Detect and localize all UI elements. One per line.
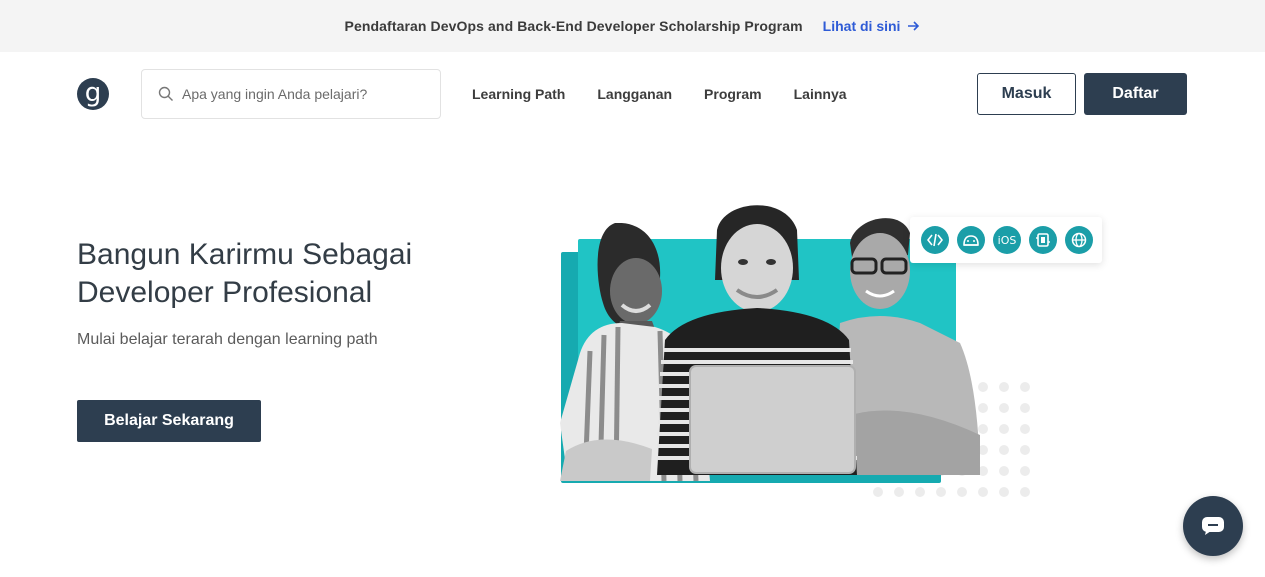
- logo-glyph: g: [84, 77, 102, 108]
- hero-title-line1: Bangun Karirmu Sebagai: [77, 238, 413, 271]
- announcement-link[interactable]: Lihat di sini: [823, 18, 921, 34]
- pattern-dot: [1020, 466, 1030, 476]
- search-input[interactable]: [182, 86, 422, 102]
- pattern-dot: [936, 487, 946, 497]
- pattern-dot: [1020, 403, 1030, 413]
- chat-icon: [1202, 517, 1224, 535]
- announcement-bar: Pendaftaran DevOps and Back-End Develope…: [0, 0, 1265, 52]
- arrow-right-icon: [908, 21, 920, 31]
- pattern-dot: [894, 487, 904, 497]
- start-learning-button[interactable]: Belajar Sekarang: [77, 400, 261, 442]
- nav-program[interactable]: Program: [704, 86, 762, 102]
- pattern-dot: [1020, 382, 1030, 392]
- pattern-dot: [999, 466, 1009, 476]
- nav-links: Learning Path Langganan Program Lainnya: [472, 52, 847, 136]
- navbar: g Learning Path Langganan Program Lainny…: [0, 52, 1265, 136]
- ios-icon: iOS: [993, 226, 1021, 254]
- pattern-dot: [915, 487, 925, 497]
- web-icon: [1065, 226, 1093, 254]
- logo[interactable]: g: [77, 78, 109, 110]
- announcement-text: Pendaftaran DevOps and Back-End Develope…: [344, 18, 803, 34]
- pattern-dot: [1020, 487, 1030, 497]
- chat-button[interactable]: [1183, 496, 1243, 556]
- nav-learning-path[interactable]: Learning Path: [472, 86, 565, 102]
- pattern-dot: [999, 424, 1009, 434]
- register-button[interactable]: Daftar: [1084, 73, 1187, 115]
- pattern-dot: [1020, 424, 1030, 434]
- person-center-photo: [657, 205, 857, 475]
- code-icon: [921, 226, 949, 254]
- pattern-dot: [999, 445, 1009, 455]
- ios-icon-label: iOS: [997, 233, 1017, 247]
- tech-icons-bar: iOS: [910, 217, 1102, 263]
- hero-title: Bangun Karirmu Sebagai Developer Profesi…: [77, 236, 517, 312]
- pattern-dot: [999, 403, 1009, 413]
- login-button[interactable]: Masuk: [977, 73, 1076, 115]
- pattern-dot: [999, 487, 1009, 497]
- pattern-dot: [978, 487, 988, 497]
- announcement-link-label: Lihat di sini: [822, 18, 901, 34]
- hero-illustration: iOS: [555, 195, 1102, 515]
- search-icon: [158, 86, 173, 101]
- pattern-dot: [1020, 445, 1030, 455]
- search-box[interactable]: [141, 69, 441, 119]
- pattern-dot: [999, 382, 1009, 392]
- pattern-dot: [873, 487, 883, 497]
- android-icon: [957, 226, 985, 254]
- hero-title-line2: Developer Profesional: [77, 276, 373, 309]
- nav-lainnya[interactable]: Lainnya: [794, 86, 847, 102]
- hero-subtitle: Mulai belajar terarah dengan learning pa…: [77, 331, 378, 348]
- nav-langganan[interactable]: Langganan: [597, 86, 672, 102]
- pattern-dot: [957, 487, 967, 497]
- multiplatform-icon: [1029, 226, 1057, 254]
